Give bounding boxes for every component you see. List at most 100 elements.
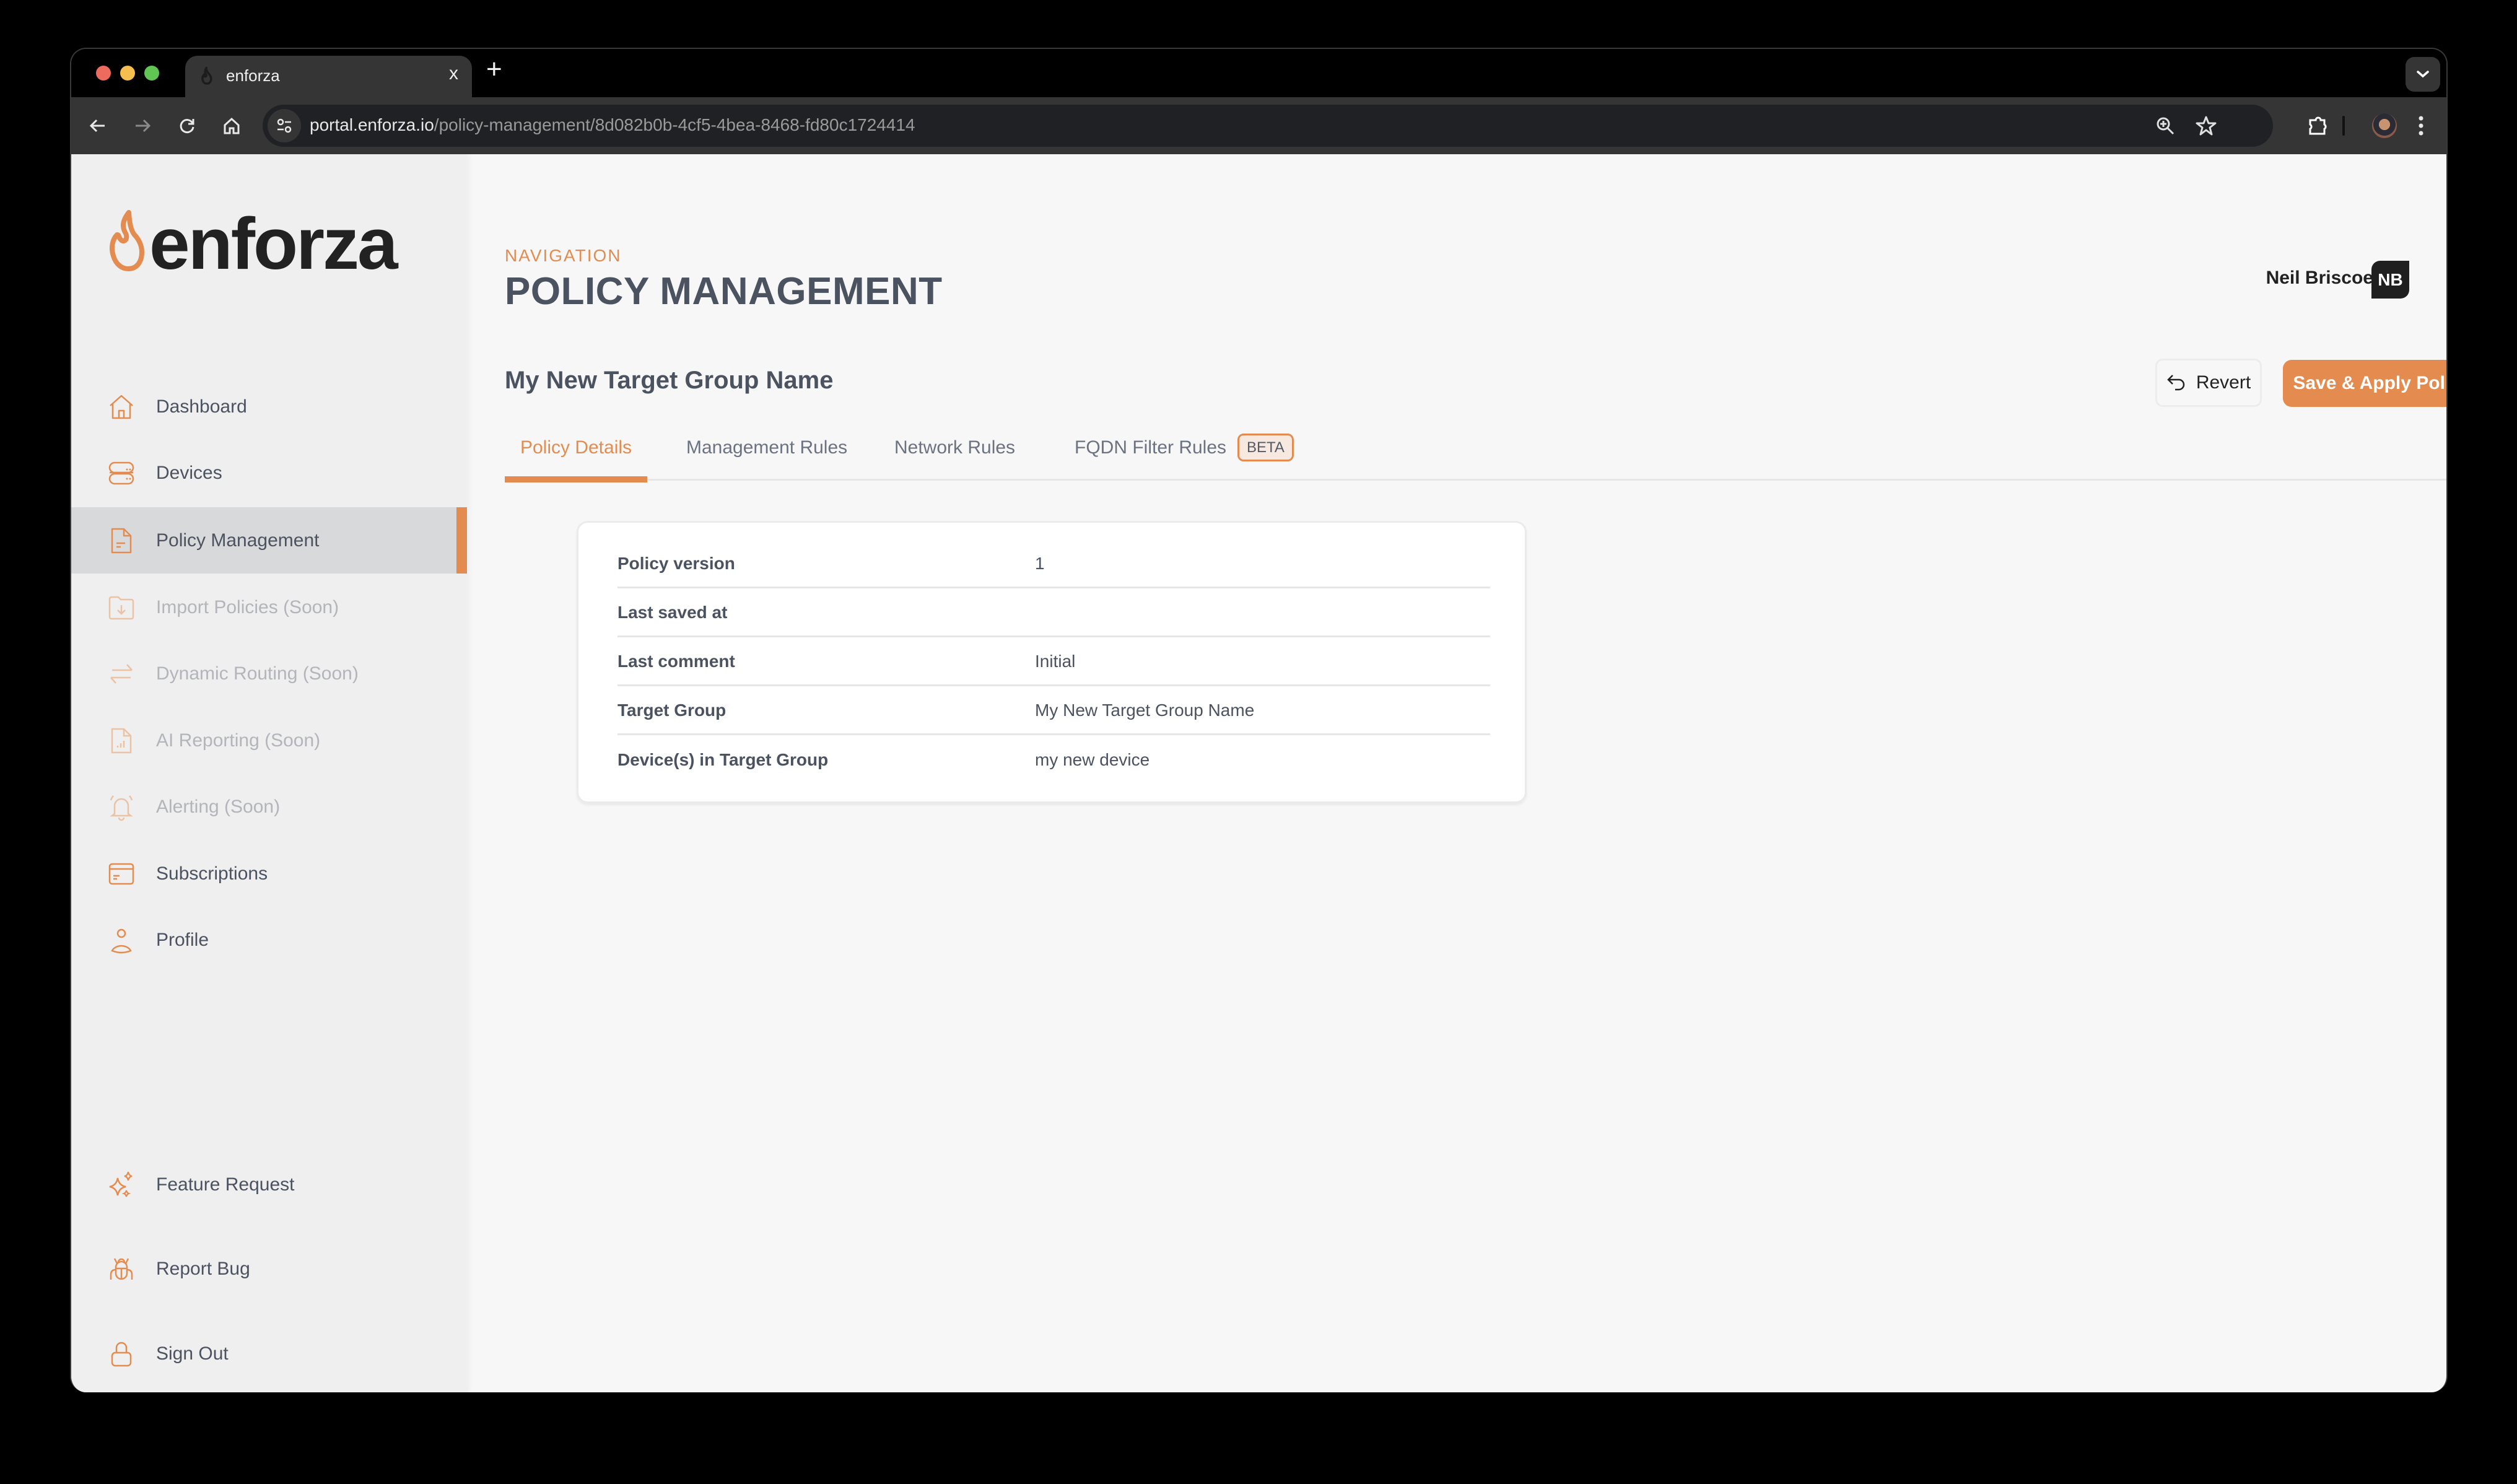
extensions-button[interactable] <box>2303 111 2333 141</box>
browser-window: enforza x + portal.enforza.io/policy-man… <box>70 48 2448 1392</box>
sidebar-item-import-policies: Import Policies (Soon) <box>71 574 467 640</box>
breadcrumb: NAVIGATION <box>505 246 622 265</box>
sidebar-item-label: Dynamic Routing (Soon) <box>156 663 359 684</box>
user-icon <box>111 928 132 953</box>
sidebar-item-label: Devices <box>156 462 222 483</box>
document-icon <box>111 528 132 553</box>
detail-value: 1 <box>1035 553 1045 573</box>
arrows-swap-icon <box>110 663 133 684</box>
bell-ringing-icon <box>110 795 133 821</box>
minimize-window-button[interactable] <box>120 66 135 81</box>
sidebar-item-dynamic-routing: Dynamic Routing (Soon) <box>71 640 467 707</box>
detail-label: Last saved at <box>617 602 728 622</box>
url-host: portal.enforza.io <box>310 115 434 134</box>
maximize-window-button[interactable] <box>144 66 159 81</box>
menu-kebab-icon <box>2419 116 2423 136</box>
main-content: NAVIGATION POLICY MANAGEMENT Neil Brisco… <box>467 154 2446 1392</box>
enforza-logo[interactable]: enforza <box>107 209 429 273</box>
sidebar-item-dashboard[interactable]: Dashboard <box>71 373 467 440</box>
page-title: POLICY MANAGEMENT <box>505 270 943 313</box>
address-bar[interactable]: portal.enforza.io/policy-management/8d08… <box>263 105 2273 147</box>
sidebar-item-ai-reporting: AI Reporting (Soon) <box>71 707 467 774</box>
tab-fqdn-filter-rules[interactable]: FQDN Filter Rules BETA <box>1075 414 1294 481</box>
extensions-icon <box>2309 116 2327 135</box>
chevron-down-icon <box>2417 71 2429 78</box>
sidebar-item-sign-out[interactable]: Sign Out <box>71 1320 467 1387</box>
browser-menu-button[interactable] <box>2406 111 2436 141</box>
detail-label: Last comment <box>617 651 735 671</box>
target-group-name: My New Target Group Name <box>505 367 834 394</box>
sidebar-item-devices[interactable]: Devices <box>71 440 467 506</box>
site-info-icon <box>277 118 292 133</box>
sidebar-item-label: Import Policies (Soon) <box>156 596 339 618</box>
revert-button[interactable]: Revert <box>2155 359 2262 407</box>
policy-tabs: Policy Details Management Rules Network … <box>505 414 2446 482</box>
sidebar-item-label: Alerting (Soon) <box>156 796 281 817</box>
home-icon <box>224 117 240 134</box>
document-chart-icon <box>111 728 132 753</box>
sidebar-item-label: AI Reporting (Soon) <box>156 730 321 751</box>
detail-label: Device(s) in Target Group <box>617 750 829 769</box>
close-window-button[interactable] <box>96 66 111 81</box>
sidebar-item-label: Feature Request <box>156 1174 295 1195</box>
tab-network-rules[interactable]: Network Rules <box>894 414 1015 481</box>
reload-icon <box>180 119 194 133</box>
save-apply-policy-button[interactable]: Save & Apply Policy <box>2283 360 2446 407</box>
sidebar-item-policy-management[interactable]: Policy Management <box>71 507 467 574</box>
sidebar-item-label: Policy Management <box>156 530 320 551</box>
detail-value: my new device <box>1035 750 1150 769</box>
tab-search-button[interactable] <box>2406 57 2440 92</box>
reload-button[interactable] <box>172 111 202 141</box>
detail-row-last-comment: Last comment Initial <box>617 638 1490 686</box>
toolbar-separator <box>2342 116 2345 136</box>
browser-toolbar: portal.enforza.io/policy-management/8d08… <box>71 97 2446 154</box>
home-button[interactable] <box>217 111 246 141</box>
site-info-button[interactable] <box>268 109 301 142</box>
user-avatar[interactable]: NB <box>2371 261 2409 299</box>
browser-tab[interactable]: enforza x <box>185 56 472 97</box>
bug-icon <box>110 1257 133 1280</box>
detail-value: Initial <box>1035 651 1076 671</box>
bookmark-star-icon[interactable] <box>2196 115 2217 136</box>
sidebar-item-subscriptions[interactable]: Subscriptions <box>71 840 467 907</box>
sidebar: enforza Dashboard Devices Policy Managem… <box>71 154 467 1392</box>
back-button[interactable] <box>83 111 113 141</box>
sidebar-item-profile[interactable]: Profile <box>71 907 467 973</box>
user-name[interactable]: Neil Briscoe <box>2266 268 2373 289</box>
url-text[interactable]: portal.enforza.io/policy-management/8d08… <box>310 115 915 135</box>
forward-button[interactable] <box>128 111 157 141</box>
detail-row-last-saved: Last saved at <box>617 589 1490 637</box>
lock-icon <box>111 1342 132 1366</box>
close-tab-icon[interactable]: x <box>449 63 458 84</box>
revert-label: Revert <box>2196 372 2251 393</box>
tab-label: Policy Details <box>520 437 632 458</box>
sidebar-item-label: Dashboard <box>156 396 247 417</box>
detail-row-devices: Device(s) in Target Group my new device <box>617 736 1490 784</box>
tab-policy-details[interactable]: Policy Details <box>505 414 647 482</box>
sidebar-item-label: Subscriptions <box>156 863 268 884</box>
credit-card-icon <box>108 863 134 884</box>
sidebar-item-label: Profile <box>156 929 209 950</box>
new-tab-button[interactable]: + <box>486 54 502 85</box>
sidebar-item-alerting: Alerting (Soon) <box>71 774 467 840</box>
sparkles-icon <box>109 1171 133 1197</box>
sidebar-item-feature-request[interactable]: Feature Request <box>71 1151 467 1218</box>
detail-label: Target Group <box>617 700 726 720</box>
tab-strip: enforza x + <box>71 49 2446 97</box>
tab-label: Management Rules <box>686 437 848 458</box>
back-icon <box>89 119 105 133</box>
sidebar-item-report-bug[interactable]: Report Bug <box>71 1236 467 1302</box>
undo-arrow-icon <box>2167 375 2184 391</box>
tab-label: Network Rules <box>894 437 1016 458</box>
zoom-icon[interactable] <box>2155 115 2176 136</box>
home-icon <box>110 395 133 419</box>
logo-text: enforza <box>149 209 399 273</box>
sidebar-item-label: Report Bug <box>156 1258 250 1279</box>
profile-avatar[interactable] <box>2372 113 2397 138</box>
tab-management-rules[interactable]: Management Rules <box>686 414 847 481</box>
policy-details-card: Policy version 1 Last saved at Last comm… <box>577 521 1527 803</box>
tab-label: FQDN Filter Rules <box>1075 437 1227 458</box>
sidebar-item-label: Sign Out <box>156 1343 229 1364</box>
forward-icon <box>136 119 151 133</box>
beta-badge: BETA <box>1237 434 1294 461</box>
